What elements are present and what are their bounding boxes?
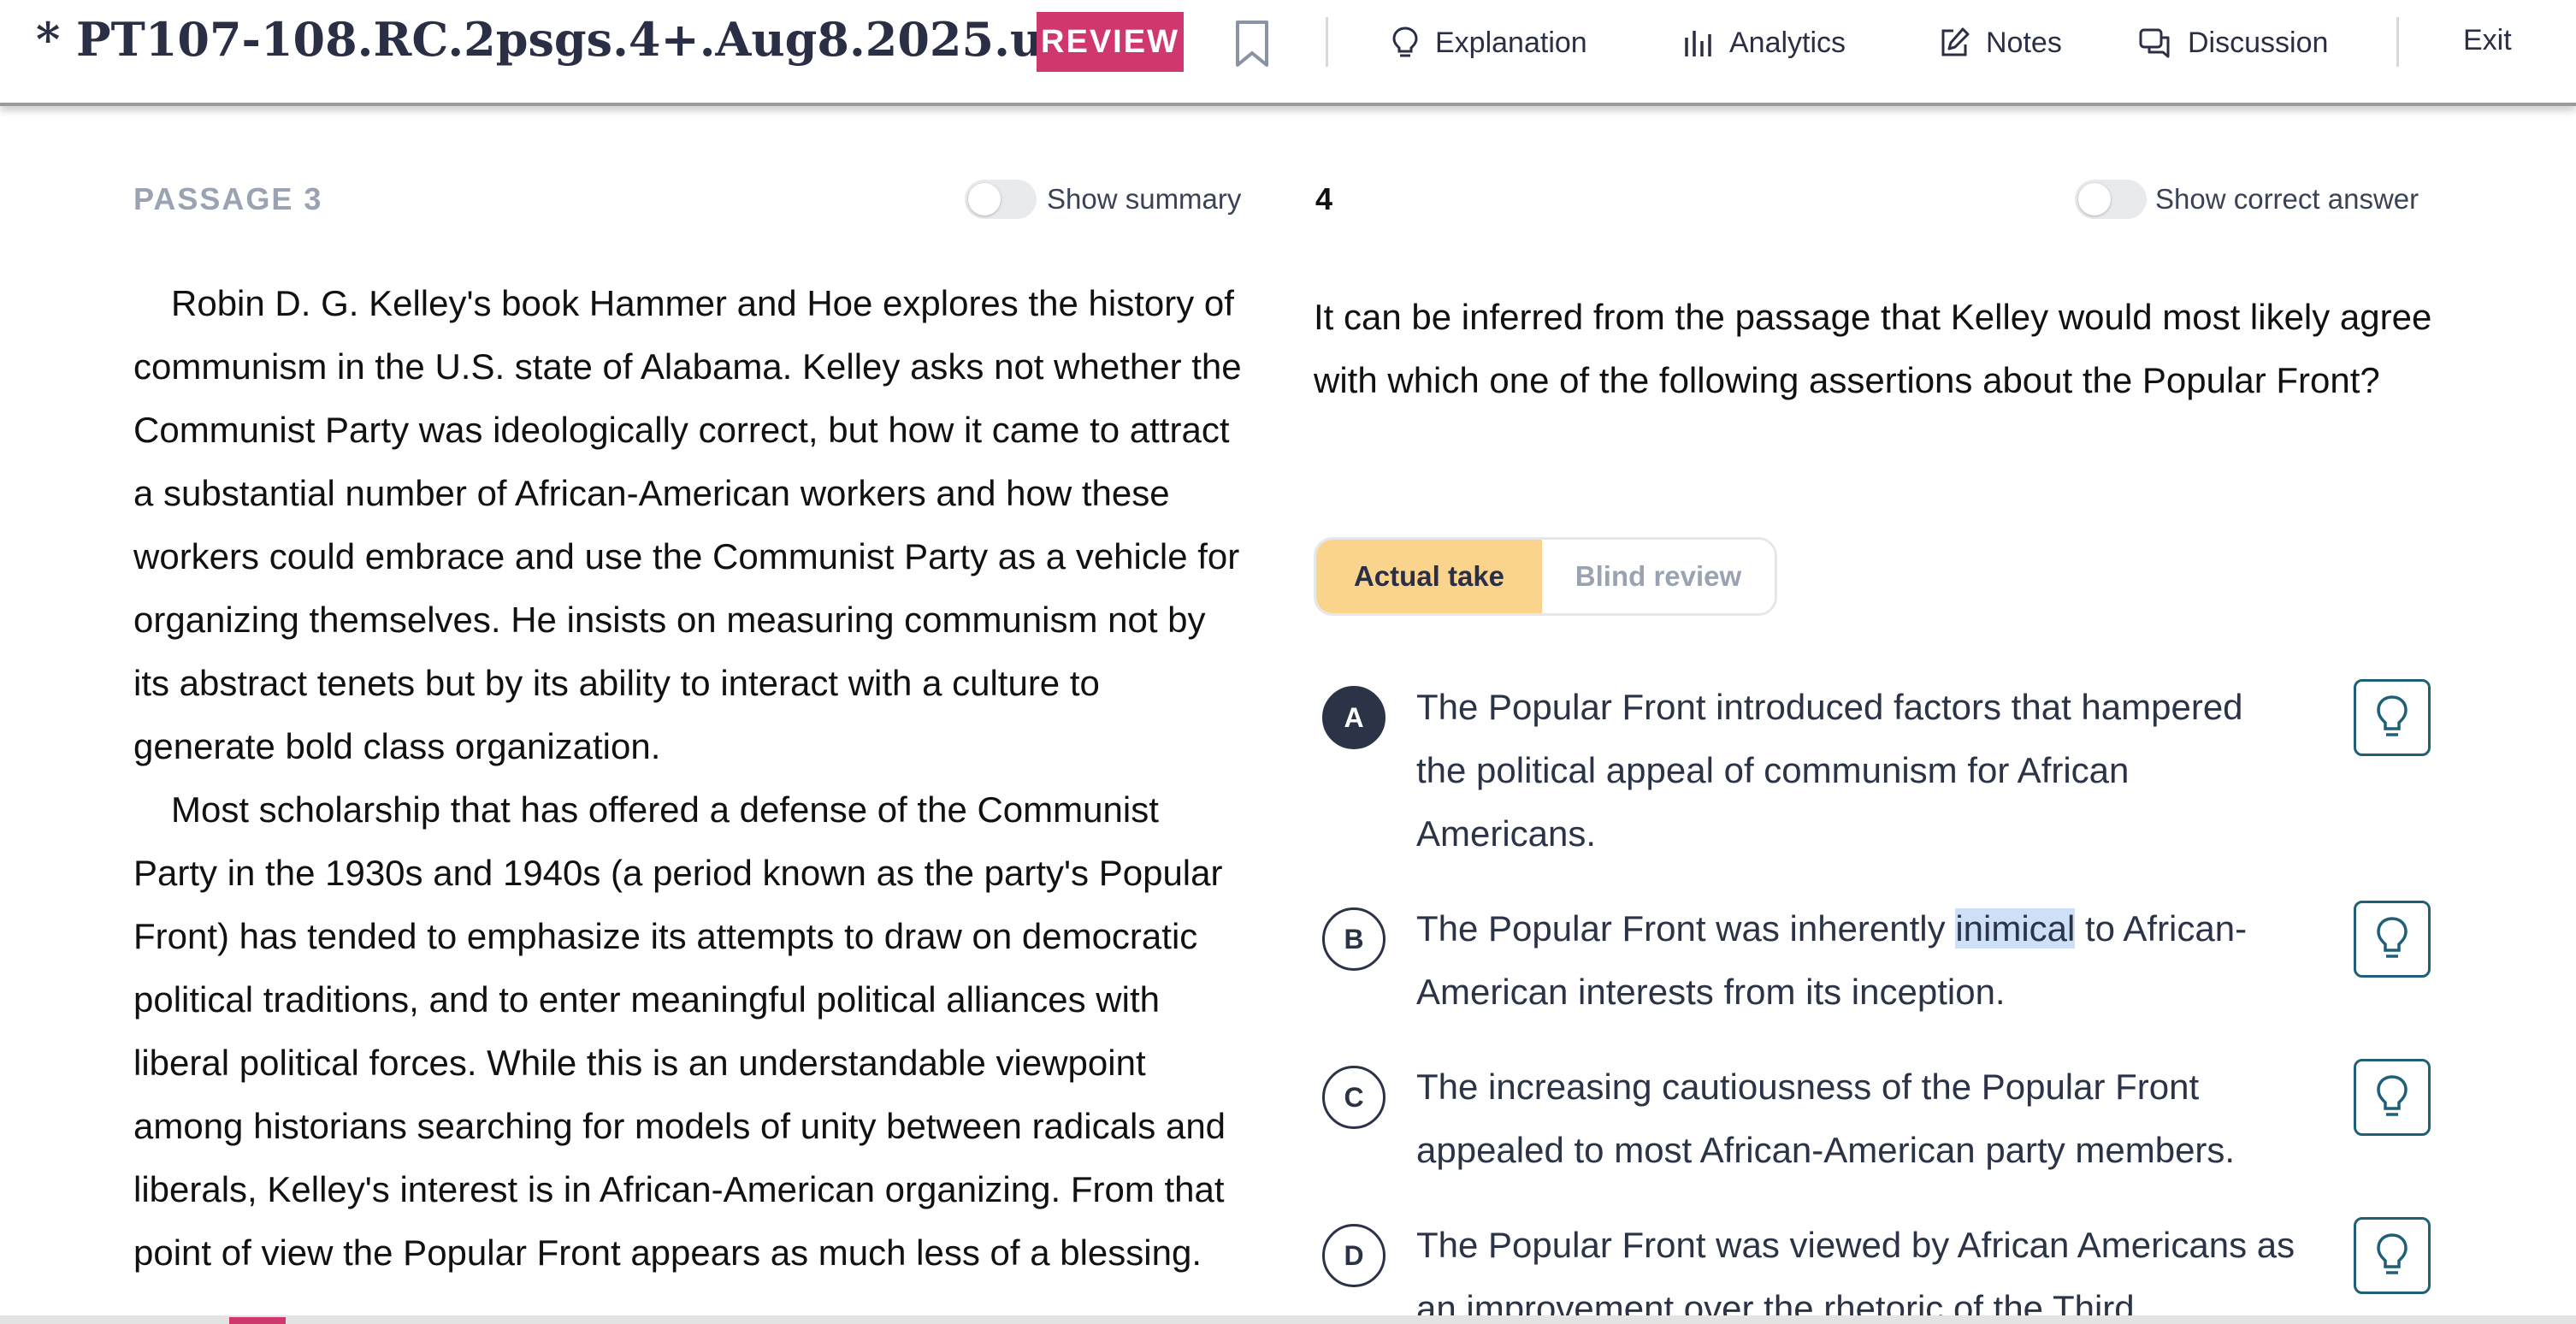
explanation-button[interactable]: Explanation	[1391, 17, 1587, 68]
passage-text: Robin D. G. Kelley's book Hammer and Hoe…	[133, 272, 1245, 1285]
analytics-button[interactable]: Analytics	[1683, 17, 1846, 68]
actual-take-tab[interactable]: Actual take	[1316, 540, 1542, 613]
choice-letter[interactable]: C	[1322, 1066, 1385, 1129]
passage-label: PASSAGE 3	[133, 181, 323, 216]
highlighted-word: inimical	[1955, 908, 2076, 949]
lightbulb-icon	[2377, 1233, 2408, 1274]
choice-text[interactable]: The Popular Front was inherently inimica…	[1416, 897, 2297, 1024]
toggle-knob	[2078, 183, 2111, 216]
show-correct-answer-label: Show correct answer	[2155, 183, 2419, 215]
discussion-button[interactable]: Discussion	[2138, 17, 2328, 68]
take-mode-toggle: Actual take Blind review	[1314, 537, 1777, 616]
choice-a-hint-button[interactable]	[2354, 679, 2431, 756]
show-correct-answer-toggle[interactable]	[2075, 180, 2147, 219]
bottom-scroll-edge	[0, 1315, 2576, 1324]
choice-c-hint-button[interactable]	[2354, 1059, 2431, 1136]
test-title: * PT107-108.RC.2psgs.4+.Aug8.2025.u...	[36, 12, 1092, 67]
choice-b-hint-button[interactable]	[2354, 901, 2431, 978]
choice-d-hint-button[interactable]	[2354, 1217, 2431, 1294]
choice-text[interactable]: The Popular Front was viewed by African …	[1416, 1214, 2297, 1324]
top-bar: * PT107-108.RC.2psgs.4+.Aug8.2025.u... R…	[0, 0, 2576, 106]
choice-letter[interactable]: D	[1322, 1224, 1385, 1287]
bookmark-icon[interactable]	[1233, 19, 1271, 68]
show-summary-label: Show summary	[1047, 183, 1242, 215]
notes-button[interactable]: Notes	[1938, 17, 2062, 68]
edit-icon	[1941, 27, 1970, 56]
exit-button[interactable]: Exit	[2463, 24, 2512, 57]
choice-text-part: The Popular Front was inherently	[1416, 908, 1956, 949]
passage-paragraph: Most scholarship that has offered a defe…	[133, 789, 1226, 1273]
analytics-label: Analytics	[1729, 26, 1846, 59]
show-summary-toggle[interactable]	[965, 180, 1037, 219]
lightbulb-icon	[2377, 917, 2408, 958]
toggle-knob	[968, 183, 1001, 216]
blind-review-tab[interactable]: Blind review	[1542, 540, 1775, 613]
lightbulb-icon	[2377, 695, 2408, 736]
question-number: 4	[1315, 181, 1333, 216]
bottom-indicator	[229, 1317, 286, 1324]
question-stem: It can be inferred from the passage that…	[1314, 297, 2432, 400]
notes-label: Notes	[1986, 26, 2062, 59]
choice-letter[interactable]: B	[1322, 907, 1385, 971]
divider	[2396, 17, 2399, 67]
lightbulb-icon	[2377, 1075, 2408, 1116]
explanation-label: Explanation	[1435, 26, 1587, 59]
passage-paragraph: Robin D. G. Kelley's book Hammer and Hoe…	[133, 283, 1242, 766]
choice-text[interactable]: The increasing cautiousness of the Popul…	[1416, 1055, 2297, 1182]
bar-chart-icon	[1685, 31, 1711, 56]
choice-text[interactable]: The Popular Front introduced factors tha…	[1416, 676, 2297, 866]
divider	[1326, 17, 1328, 67]
choice-letter[interactable]: A	[1322, 686, 1385, 749]
review-badge: REVIEW	[1037, 12, 1184, 72]
chat-bubbles-icon	[2139, 28, 2170, 58]
discussion-label: Discussion	[2188, 26, 2329, 59]
lightbulb-icon	[1392, 27, 1418, 57]
